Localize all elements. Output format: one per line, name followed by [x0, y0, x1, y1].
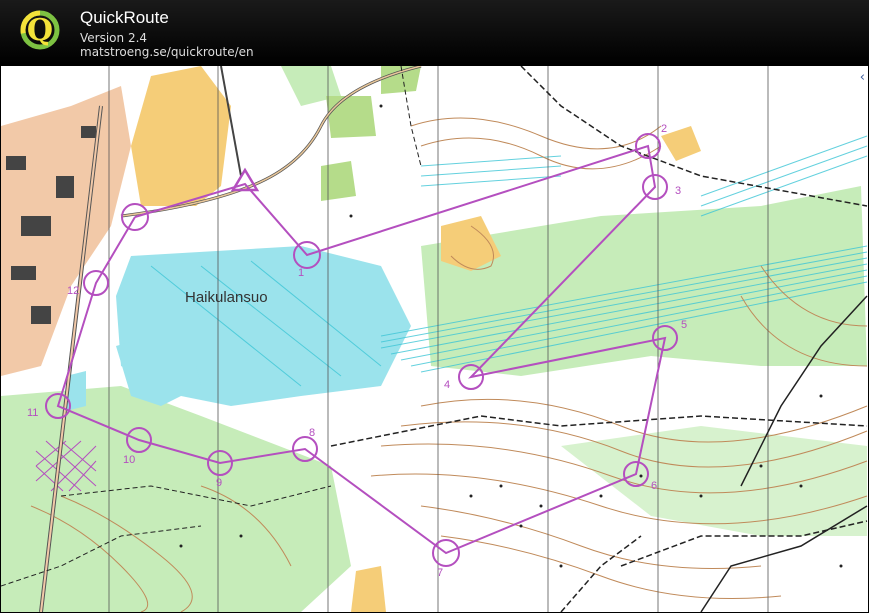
- app-version: Version 2.4: [80, 31, 148, 45]
- control-number-8: 8: [309, 427, 315, 439]
- svg-text:Q: Q: [27, 13, 53, 48]
- title-bar: Q QuickRoute Version 2.4 matstroeng.se/q…: [0, 0, 869, 64]
- lake-name-label: Haikulansuo: [185, 289, 268, 306]
- quickroute-window: Q QuickRoute Version 2.4 matstroeng.se/q…: [0, 0, 869, 613]
- control-number-3: 3: [675, 185, 681, 197]
- control-number-9: 9: [216, 477, 222, 489]
- control-number-5: 5: [681, 319, 687, 331]
- chevron-left-icon: ‹: [859, 70, 865, 85]
- control-number-1: 1: [298, 267, 304, 279]
- control-number-2: 2: [661, 123, 667, 135]
- control-number-4: 4: [444, 379, 450, 391]
- quickroute-logo-icon: Q: [20, 10, 60, 50]
- orienteering-map[interactable]: 1 2 3 4 5 6 7 8 9 10 11 12 Haikulansuo: [1, 66, 868, 612]
- app-url-link[interactable]: matstroeng.se/quickroute/en: [80, 45, 254, 59]
- control-number-7: 7: [437, 567, 443, 579]
- control-number-10: 10: [123, 454, 135, 466]
- control-number-6: 6: [651, 480, 657, 492]
- map-canvas[interactable]: 1 2 3 4 5 6 7 8 9 10 11 12 Haikulansuo: [1, 66, 868, 612]
- app-title: QuickRoute: [80, 8, 169, 27]
- control-number-11: 11: [27, 407, 38, 419]
- control-number-12: 12: [67, 285, 79, 297]
- collapse-panel-button[interactable]: ‹: [860, 70, 865, 85]
